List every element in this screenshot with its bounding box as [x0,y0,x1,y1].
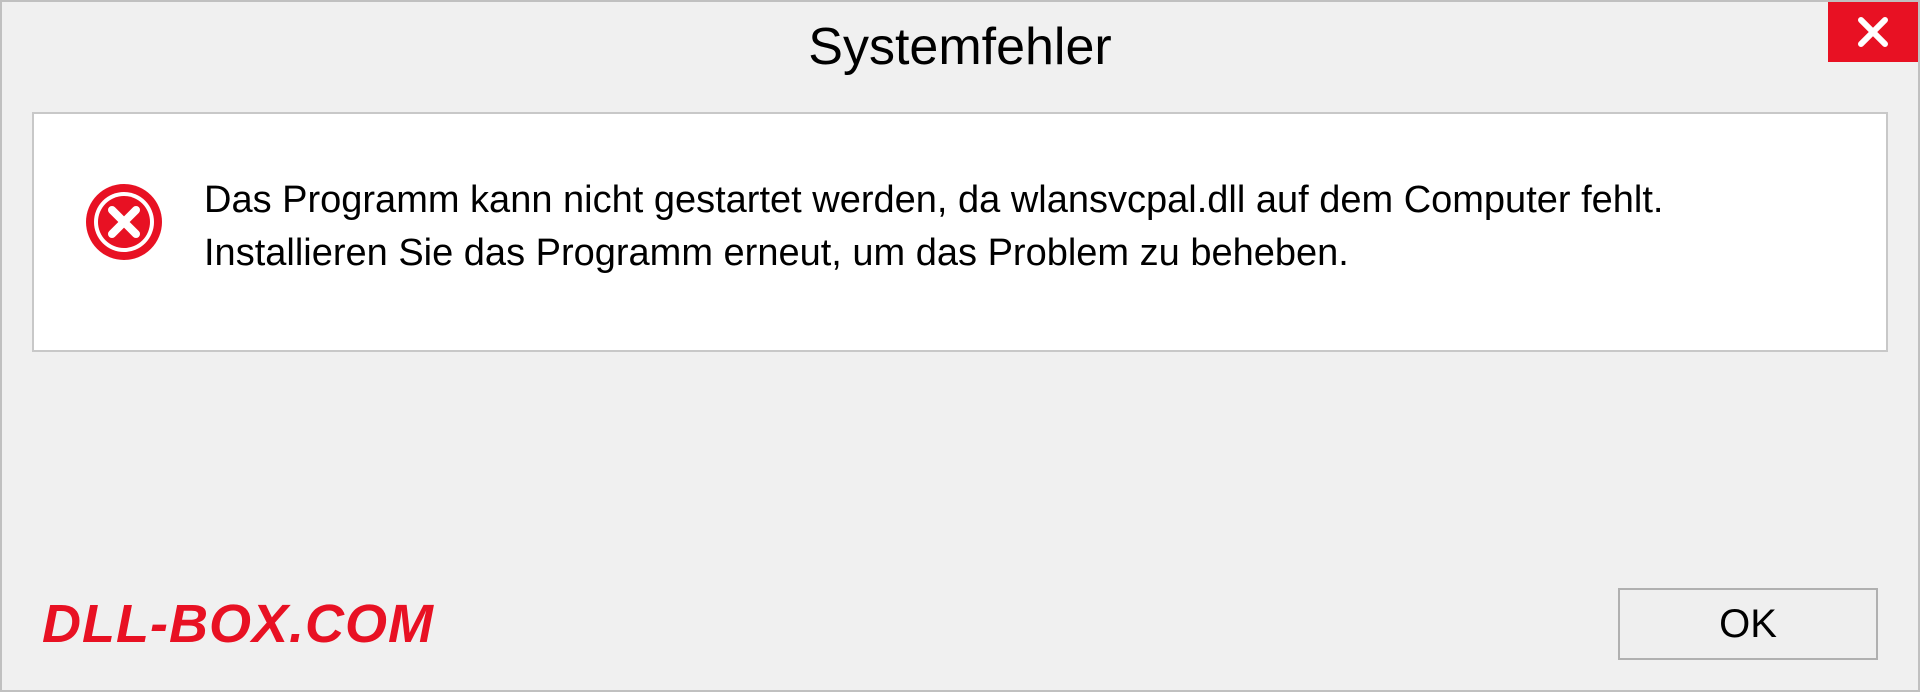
watermark-text: DLL-BOX.COM [42,593,434,655]
ok-button[interactable]: OK [1618,588,1878,660]
error-message: Das Programm kann nicht gestartet werden… [204,174,1836,280]
error-icon [84,182,164,262]
error-dialog: Systemfehler Das Programm kann nicht ges… [0,0,1920,692]
dialog-title: Systemfehler [808,17,1111,77]
footer: DLL-BOX.COM OK [2,578,1918,690]
content-panel: Das Programm kann nicht gestartet werden… [32,112,1888,352]
close-icon [1855,14,1891,50]
close-button[interactable] [1828,2,1918,62]
titlebar: Systemfehler [2,2,1918,92]
